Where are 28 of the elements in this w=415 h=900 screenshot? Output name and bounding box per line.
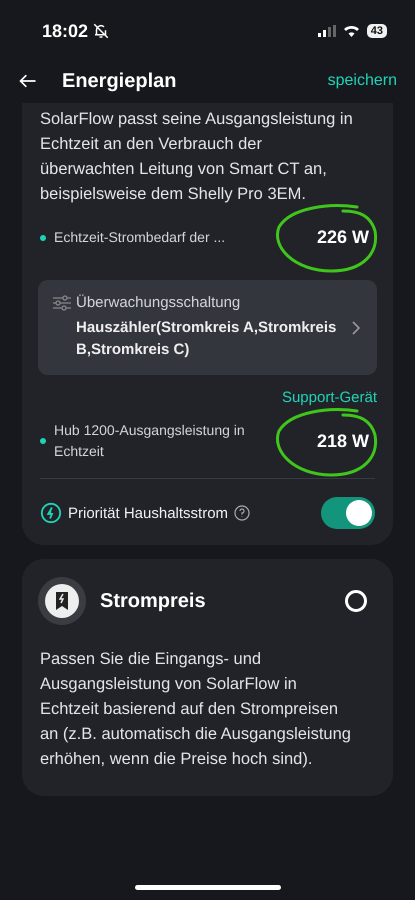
priority-toggle[interactable] <box>321 497 375 529</box>
circuit-selector[interactable]: Überwachungsschaltung Hauszähler(Stromkreis A,Stromkreis B,Stromkreis C) <box>38 280 377 375</box>
wifi-icon <box>342 25 360 37</box>
help-icon[interactable] <box>234 505 250 521</box>
signal-icon <box>318 25 336 37</box>
metric-value: 226 W <box>316 227 369 248</box>
metric-label: Echtzeit-Strombedarf der ... <box>54 228 226 247</box>
status-dot <box>40 438 46 444</box>
status-time: 18:02 <box>42 20 88 42</box>
sliders-icon <box>52 294 72 310</box>
description-text: SolarFlow passt seine Ausgangsleistung in Echtzeit an den Verbrauch der überwachten Leitung von Smart CT an, beispielsweise dem Shelly Pro 3EM. <box>39 109 354 205</box>
page-title: Energieplan <box>62 70 178 92</box>
circuit-value: Hauszähler(Stromkreis A,Stromkreis B,Stromkreis C) <box>75 318 338 360</box>
bell-off-icon <box>92 22 110 40</box>
metric-label: Hub 1200-Ausgangsleistung in Echtzeit <box>54 421 246 461</box>
battery-level: 43 <box>366 24 387 38</box>
radio-button[interactable] <box>345 590 367 612</box>
support-device-link[interactable]: Support-Gerät <box>282 389 377 406</box>
description-text: Passen Sie die Eingangs- und Ausgangsleistung von SolarFlow in Echtzeit basierend auf den Strompreisen an (z.B. automatisch die Ausgangsleistung erhöhen, wenn die Preise hoch sind). <box>39 649 352 770</box>
save-link[interactable]: speichern <box>328 72 397 90</box>
lightning-icon <box>40 502 62 524</box>
circuit-title: Überwachungsschaltung <box>76 294 240 311</box>
priority-label: Priorität Haushaltsstrom <box>68 504 228 522</box>
card-title: Strompreis <box>100 590 207 612</box>
chevron-right-icon <box>351 320 361 336</box>
metric-value: 218 W <box>316 430 369 452</box>
status-dot <box>40 234 46 240</box>
bookmark-bolt-icon <box>38 577 86 625</box>
